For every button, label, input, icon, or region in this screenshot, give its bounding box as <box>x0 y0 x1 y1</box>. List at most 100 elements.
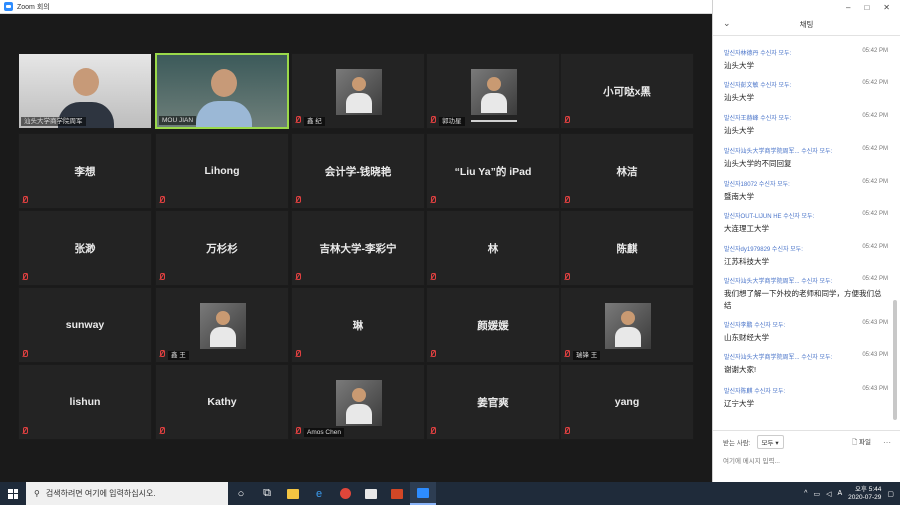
participant-tile[interactable]: 鑫 纪 <box>291 53 425 129</box>
participant-tile[interactable]: lishun <box>18 364 152 440</box>
file-explorer-icon[interactable] <box>280 482 306 505</box>
chat-message-time: 05:42 PM <box>862 80 888 86</box>
muted-mic-icon <box>564 427 570 435</box>
task-view-icon[interactable]: ⧉ <box>254 482 280 505</box>
participant-tile[interactable]: 陈麒 <box>560 210 694 286</box>
send-to-value: 모두 <box>761 440 774 447</box>
file-button[interactable]: 🗋 파일 <box>852 436 871 449</box>
chrome-icon[interactable] <box>332 482 358 505</box>
volume-icon[interactable]: ◁ <box>826 490 831 498</box>
cortana-icon[interactable]: ○ <box>228 482 254 505</box>
chat-input[interactable]: 여기에 메시지 입력... <box>713 453 900 467</box>
participant-tile[interactable]: 小可哒x黑 <box>560 53 694 129</box>
participant-tile[interactable]: 万杉杉 <box>155 210 289 286</box>
search-placeholder: 검색하려면 여기에 입력하십시오. <box>45 489 156 498</box>
chat-message-time: 05:42 PM <box>862 211 888 217</box>
participant-name-label: 瑞锋 王 <box>573 351 601 360</box>
chat-message-text: 江苏科技大学 <box>724 257 769 266</box>
chat-message-time: 05:42 PM <box>862 48 888 54</box>
muted-mic-icon <box>22 350 28 358</box>
window-controls: – □ ✕ <box>713 0 900 14</box>
participant-tile[interactable]: 吉林大学-李彩宁 <box>291 210 425 286</box>
close-button[interactable]: ✕ <box>883 3 890 12</box>
minimize-button[interactable]: – <box>846 3 850 12</box>
participant-tile[interactable]: 琳 <box>291 287 425 363</box>
chat-message-sender: 발신자汕头大学商学院周军... 수신자 모두: <box>724 149 833 155</box>
participant-tile[interactable]: 汕头大学商学院周军 <box>18 53 152 129</box>
chat-message-sender: 발신자OUT-LIJUN HE 수신자 모두: <box>724 214 815 220</box>
taskbar-search[interactable]: ⚲ 검색하려면 여기에 입력하십시오. <box>26 482 228 505</box>
participant-name: sunway <box>65 319 105 331</box>
chat-message-time: 05:42 PM <box>862 113 888 119</box>
more-icon[interactable]: ⋯ <box>883 438 891 447</box>
participant-name: 颜媛媛 <box>477 319 509 332</box>
participant-name: Lihong <box>204 165 240 177</box>
chat-message-time: 05:42 PM <box>862 179 888 185</box>
chat-message-sender: 발신자彭文敏 수신자 모두: <box>724 83 792 89</box>
participant-tile[interactable]: “Liu Ya”的 iPad <box>426 133 560 209</box>
language-indicator[interactable]: A <box>837 490 842 497</box>
muted-mic-icon <box>295 196 301 204</box>
participant-tile[interactable]: Kathy <box>155 364 289 440</box>
participant-name: 吉林大学-李彩宁 <box>319 242 397 255</box>
participant-tile[interactable]: 林洁 <box>560 133 694 209</box>
participant-tile[interactable]: 鑫 王 <box>155 287 289 363</box>
tray-arrow-icon[interactable]: ^ <box>804 490 807 497</box>
chat-message: 발신자林德丹 수신자 모두: 05:42 PM 汕头大学 <box>724 48 888 72</box>
muted-mic-icon <box>159 427 165 435</box>
participant-tile[interactable]: 姜官爽 <box>426 364 560 440</box>
muted-mic-icon <box>22 427 28 435</box>
notification-icon[interactable]: ▢ <box>887 490 894 498</box>
participant-tile[interactable]: MOU JIAN <box>155 53 289 129</box>
chat-scrollbar[interactable] <box>893 300 897 420</box>
powerpoint-icon[interactable] <box>384 482 410 505</box>
clock-time: 오후 5:44 <box>854 485 882 493</box>
participant-tile[interactable]: yang <box>560 364 694 440</box>
zoom-taskbar-icon[interactable] <box>410 482 436 505</box>
participant-name: 张渺 <box>74 242 96 255</box>
participant-tile[interactable]: 瑞锋 王 <box>560 287 694 363</box>
maximize-button[interactable]: □ <box>864 3 869 12</box>
acrobat-icon[interactable] <box>358 482 384 505</box>
chat-message: 발신자李鹏 수신자 모두: 05:43 PM 山东财经大学 <box>724 320 888 344</box>
profile-picture <box>336 380 382 426</box>
muted-mic-icon <box>295 350 301 358</box>
participant-tile[interactable]: 李想 <box>18 133 152 209</box>
chat-message-sender: 발신자汕头大学商学院周军... 수신자 모두: <box>724 355 833 361</box>
clock[interactable]: 오후 5:44 2020-07-29 <box>848 486 881 502</box>
windows-logo-icon <box>8 488 18 499</box>
chat-message-text: 汕头大学的不同回复 <box>724 159 792 168</box>
chat-message-text: 暨南大学 <box>724 192 754 201</box>
chat-message-text: 汕头大学 <box>724 61 754 70</box>
muted-mic-icon <box>430 273 436 281</box>
muted-mic-icon <box>22 196 28 204</box>
participant-tile[interactable]: Amos Chen <box>291 364 425 440</box>
participant-tile[interactable]: 郭功星 <box>426 53 560 129</box>
participant-name-label: 汕头大学商学院周军 <box>21 117 86 126</box>
participant-tile[interactable]: 颜媛媛 <box>426 287 560 363</box>
participant-tile[interactable]: Lihong <box>155 133 289 209</box>
chat-header: ⌄ 채팅 <box>713 14 900 36</box>
participant-name: Kathy <box>207 396 237 408</box>
taskbar: ⚲ 검색하려면 여기에 입력하십시오. ○ ⧉ e ^ ▭ ◁ A 오후 5:4… <box>0 482 900 505</box>
edge-icon[interactable]: e <box>306 482 332 505</box>
chat-message-text: 我们想了解一下外校的老师和同学，方便我们总结 <box>724 289 882 310</box>
chat-message-list[interactable]: 발신자林德丹 수신자 모두: 05:42 PM 汕头大学 발신자彭文敏 수신자 모두:… <box>713 48 891 420</box>
participant-tile[interactable]: 林 <box>426 210 560 286</box>
send-to-dropdown[interactable]: 모두 ▾ <box>756 435 784 449</box>
chat-message-sender: 발신자陈麒 수신자 모두: <box>724 389 786 395</box>
window-title: Zoom 회의 <box>17 3 50 11</box>
chat-message: 발신자陈麒 수신자 모두: 05:43 PM 辽宁大学 <box>724 386 888 410</box>
participant-tile[interactable]: sunway <box>18 287 152 363</box>
chevron-down-icon[interactable]: ⌄ <box>723 18 731 29</box>
chat-message-text: 汕头大学 <box>724 126 754 135</box>
participant-tile[interactable]: 会计学-钱晓艳 <box>291 133 425 209</box>
chat-message-text: 谢谢大家! <box>724 365 757 374</box>
zoom-window: Zoom 회의 汕头大学商学院周军 MOU JIAN 鑫 纪 郭功星 小可哒x黑李想 Li… <box>0 0 900 482</box>
participant-name-label: MOU JIAN <box>159 116 197 125</box>
network-icon[interactable]: ▭ <box>813 490 820 498</box>
start-button[interactable] <box>0 482 26 505</box>
chat-message: 발신자彭文敏 수신자 모두: 05:42 PM 汕头大学 <box>724 80 888 104</box>
participant-tile[interactable]: 张渺 <box>18 210 152 286</box>
muted-mic-icon <box>159 350 165 358</box>
